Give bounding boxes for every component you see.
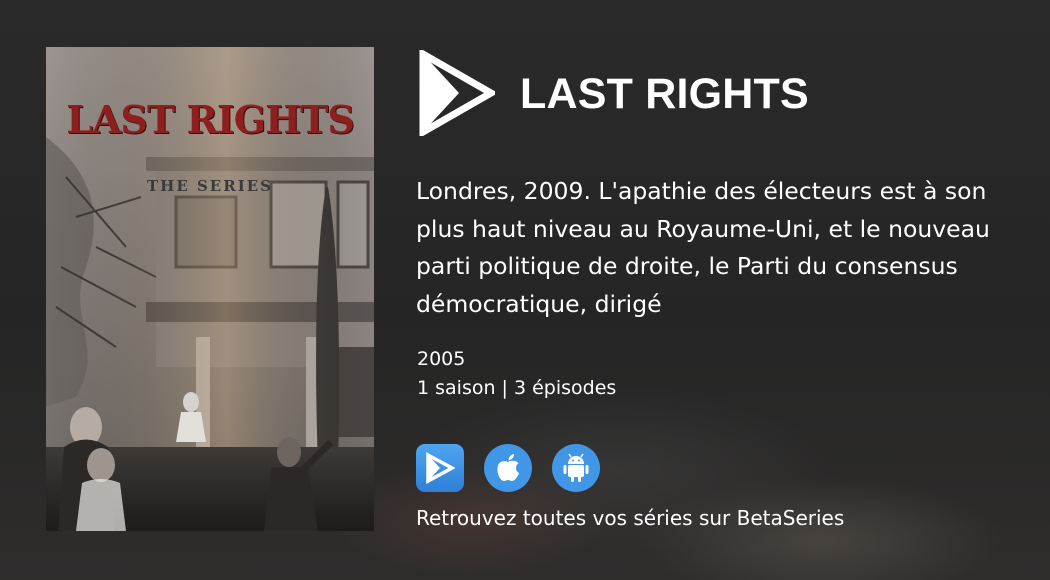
- betaseries-app-button[interactable]: [416, 444, 464, 492]
- betaseries-play-icon: [426, 452, 455, 484]
- poster-image: LAST RIGHTS THE SERIES: [46, 47, 374, 531]
- poster-subtitle-text: THE SERIES: [146, 177, 273, 195]
- poster-title-text: LAST RIGHTS: [66, 97, 355, 142]
- show-year: 2005: [417, 348, 466, 370]
- ios-app-button[interactable]: [484, 444, 532, 492]
- show-title: LAST RIGHTS: [520, 70, 809, 118]
- seasons-episodes-count: 1 saison | 3 épisodes: [417, 377, 617, 399]
- show-synopsis: Londres, 2009. L'apathie des électeurs e…: [416, 177, 990, 318]
- android-app-button[interactable]: [552, 444, 600, 492]
- android-icon: [563, 453, 589, 482]
- betaseries-tagline: Retrouvez toutes vos séries sur BetaSeri…: [416, 506, 845, 530]
- apple-icon: [497, 454, 519, 481]
- betaseries-logo-icon: [419, 47, 499, 139]
